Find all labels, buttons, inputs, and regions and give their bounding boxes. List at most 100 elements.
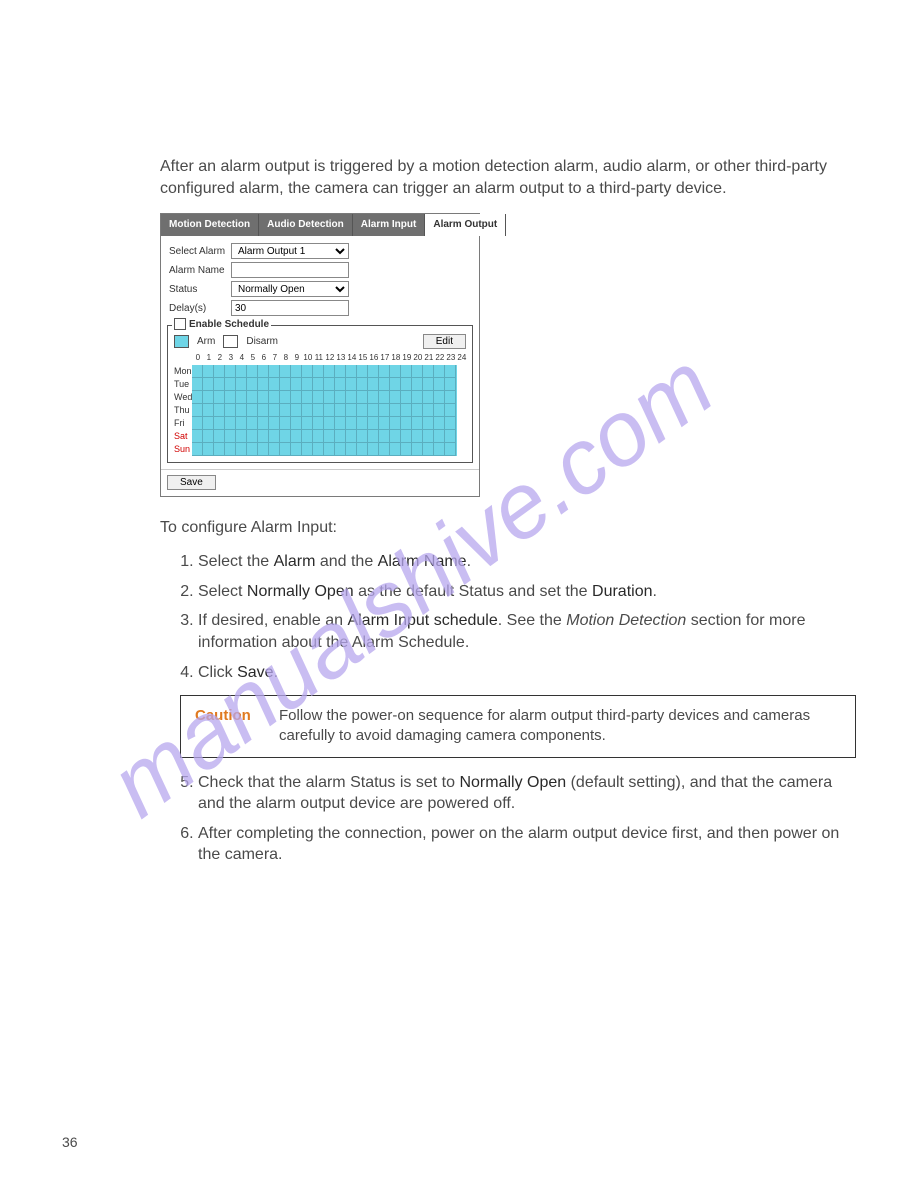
schedule-cell[interactable] [247, 365, 258, 378]
tab-audio-detection[interactable]: Audio Detection [259, 214, 353, 236]
schedule-cell[interactable] [225, 404, 236, 417]
schedule-cell[interactable] [280, 404, 291, 417]
schedule-cell[interactable] [324, 404, 335, 417]
schedule-cell[interactable] [401, 417, 412, 430]
schedule-cell[interactable] [192, 443, 203, 456]
schedule-cell[interactable] [269, 378, 280, 391]
schedule-cell[interactable] [434, 430, 445, 443]
schedule-cell[interactable] [214, 378, 225, 391]
enable-schedule-checkbox[interactable] [174, 318, 186, 330]
save-button[interactable]: Save [167, 475, 216, 490]
schedule-cell[interactable] [423, 391, 434, 404]
schedule-cell[interactable] [280, 417, 291, 430]
schedule-cell[interactable] [291, 443, 302, 456]
schedule-cell[interactable] [236, 443, 247, 456]
schedule-cell[interactable] [203, 365, 214, 378]
schedule-cell[interactable] [390, 430, 401, 443]
tab-motion-detection[interactable]: Motion Detection [161, 214, 259, 236]
schedule-cell[interactable] [357, 417, 368, 430]
schedule-cell[interactable] [346, 404, 357, 417]
schedule-cell[interactable] [203, 417, 214, 430]
schedule-cell[interactable] [335, 391, 346, 404]
schedule-cell[interactable] [192, 365, 203, 378]
schedule-cell[interactable] [203, 443, 214, 456]
schedule-cell[interactable] [269, 443, 280, 456]
schedule-cell[interactable] [302, 417, 313, 430]
schedule-cell[interactable] [368, 365, 379, 378]
schedule-cell[interactable] [302, 378, 313, 391]
schedule-cell[interactable] [423, 443, 434, 456]
schedule-cell[interactable] [412, 430, 423, 443]
schedule-cell[interactable] [324, 430, 335, 443]
schedule-cell[interactable] [379, 365, 390, 378]
schedule-cell[interactable] [192, 417, 203, 430]
schedule-cell[interactable] [346, 378, 357, 391]
schedule-cell[interactable] [368, 378, 379, 391]
schedule-cell[interactable] [434, 391, 445, 404]
schedule-cell[interactable] [368, 391, 379, 404]
schedule-cell[interactable] [324, 443, 335, 456]
schedule-cell[interactable] [269, 404, 280, 417]
schedule-cell[interactable] [247, 443, 258, 456]
schedule-cell[interactable] [302, 365, 313, 378]
schedule-cell[interactable] [357, 404, 368, 417]
schedule-cell[interactable] [258, 378, 269, 391]
schedule-cell[interactable] [258, 391, 269, 404]
schedule-cell[interactable] [324, 378, 335, 391]
schedule-cell[interactable] [412, 391, 423, 404]
schedule-cell[interactable] [379, 404, 390, 417]
delay-input[interactable] [231, 300, 349, 316]
schedule-cell[interactable] [335, 365, 346, 378]
schedule-cell[interactable] [368, 430, 379, 443]
schedule-cell[interactable] [357, 443, 368, 456]
schedule-cell[interactable] [313, 417, 324, 430]
schedule-cell[interactable] [423, 430, 434, 443]
schedule-cell[interactable] [192, 391, 203, 404]
schedule-cell[interactable] [401, 443, 412, 456]
schedule-cell[interactable] [434, 443, 445, 456]
schedule-cell[interactable] [423, 365, 434, 378]
schedule-cell[interactable] [236, 430, 247, 443]
schedule-cell[interactable] [335, 430, 346, 443]
schedule-cell[interactable] [291, 417, 302, 430]
schedule-cell[interactable] [379, 430, 390, 443]
schedule-cell[interactable] [445, 365, 456, 378]
schedule-cell[interactable] [192, 404, 203, 417]
schedule-cell[interactable] [434, 365, 445, 378]
schedule-cell[interactable] [423, 404, 434, 417]
schedule-cell[interactable] [236, 404, 247, 417]
schedule-cell[interactable] [401, 404, 412, 417]
schedule-cell[interactable] [269, 430, 280, 443]
schedule-cell[interactable] [434, 417, 445, 430]
schedule-cell[interactable] [313, 365, 324, 378]
schedule-cell[interactable] [236, 417, 247, 430]
schedule-cell[interactable] [412, 443, 423, 456]
schedule-cell[interactable] [203, 378, 214, 391]
schedule-cell[interactable] [214, 391, 225, 404]
schedule-cell[interactable] [247, 417, 258, 430]
schedule-cell[interactable] [291, 378, 302, 391]
schedule-cell[interactable] [269, 417, 280, 430]
schedule-cell[interactable] [379, 417, 390, 430]
schedule-cell[interactable] [357, 365, 368, 378]
tab-alarm-output[interactable]: Alarm Output [425, 214, 506, 236]
schedule-cell[interactable] [203, 404, 214, 417]
schedule-cell[interactable] [258, 417, 269, 430]
schedule-cell[interactable] [247, 378, 258, 391]
schedule-cell[interactable] [335, 378, 346, 391]
schedule-cell[interactable] [313, 391, 324, 404]
schedule-cell[interactable] [280, 378, 291, 391]
schedule-cell[interactable] [390, 404, 401, 417]
schedule-cell[interactable] [346, 391, 357, 404]
schedule-cell[interactable] [236, 378, 247, 391]
schedule-cell[interactable] [368, 404, 379, 417]
schedule-cell[interactable] [379, 391, 390, 404]
schedule-cell[interactable] [434, 404, 445, 417]
schedule-cell[interactable] [269, 365, 280, 378]
schedule-cell[interactable] [368, 443, 379, 456]
schedule-cell[interactable] [335, 417, 346, 430]
schedule-cell[interactable] [280, 443, 291, 456]
schedule-cell[interactable] [401, 391, 412, 404]
schedule-cell[interactable] [280, 365, 291, 378]
schedule-cell[interactable] [247, 404, 258, 417]
